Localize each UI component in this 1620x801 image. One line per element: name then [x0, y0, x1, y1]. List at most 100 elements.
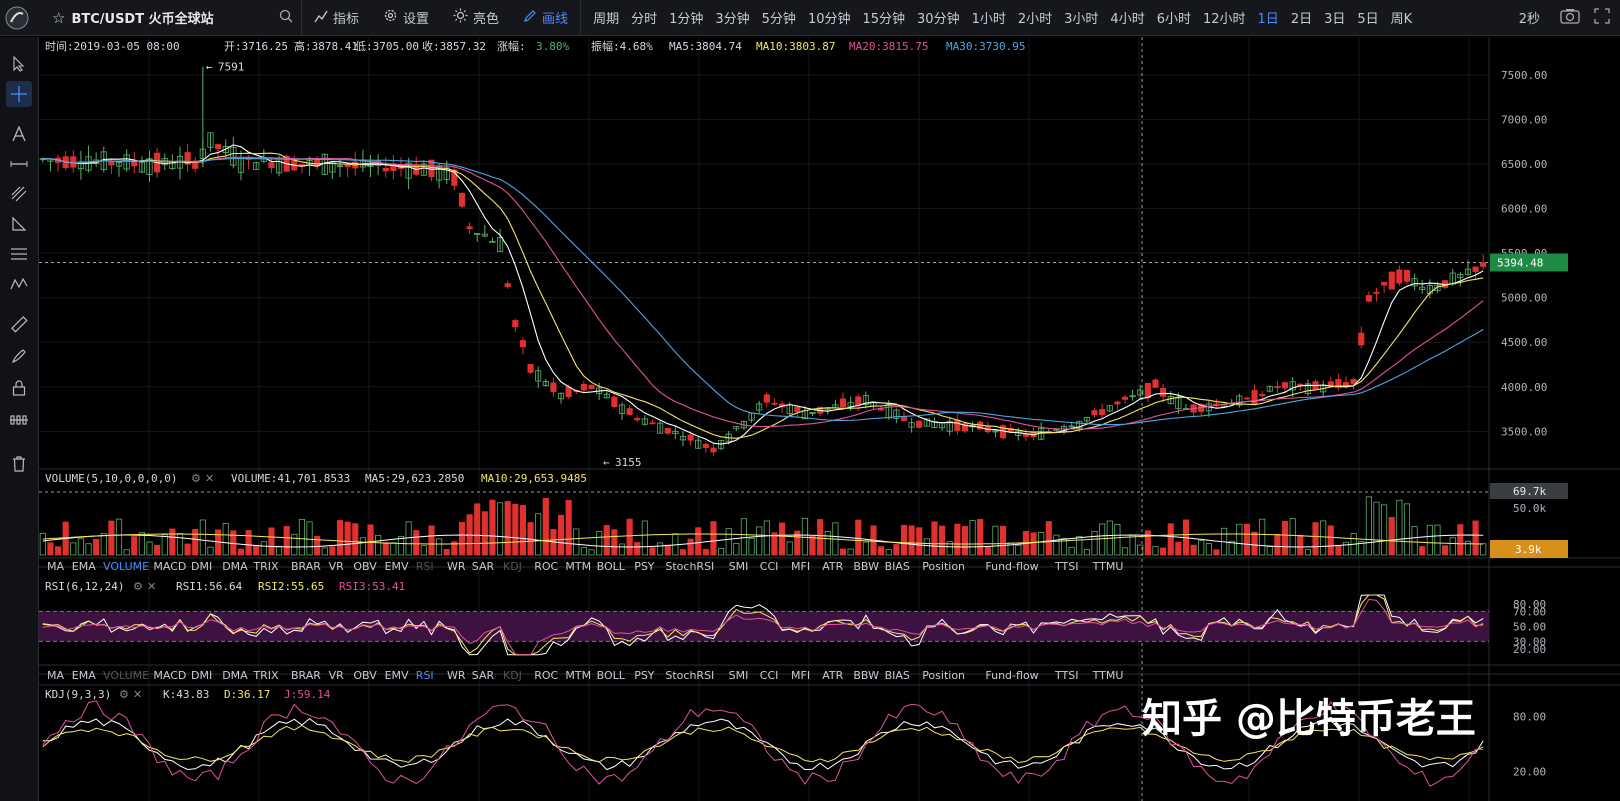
period-12[interactable]: 12小时	[1197, 8, 1252, 27]
vol-tab-ma[interactable]: MA	[47, 560, 64, 573]
vol-tab-atr[interactable]: ATR	[822, 560, 843, 573]
period-10[interactable]: 4小时	[1104, 8, 1150, 27]
period-11[interactable]: 6小时	[1151, 8, 1197, 27]
rsi-tab-fund-flow[interactable]: Fund-flow	[985, 669, 1038, 682]
refresh-interval[interactable]: 2秒	[1513, 8, 1546, 27]
vol-tab-ttmu[interactable]: TTMU	[1092, 560, 1124, 573]
vol-tab-emv[interactable]: EMV	[385, 560, 409, 573]
period-7[interactable]: 1小时	[966, 8, 1012, 27]
fullscreen-icon[interactable]	[1594, 7, 1610, 28]
symbol-selector[interactable]: ☆ BTC/USDT 火币全球站	[34, 0, 302, 36]
indicator-button[interactable]: 指标	[302, 0, 371, 36]
settings-button[interactable]: 设置	[371, 0, 441, 36]
rsi-tab-dmi[interactable]: DMI	[191, 669, 212, 682]
rsi-tab-ttmu[interactable]: TTMU	[1092, 669, 1124, 682]
kline-chart[interactable]: 7500.007000.006500.006000.005500.005000.…	[39, 37, 1620, 801]
rsi-tab-volume[interactable]: VOLUME	[103, 669, 149, 682]
rsi-tab-obv[interactable]: OBV	[353, 669, 377, 682]
rsi-tab-ma[interactable]: MA	[47, 669, 64, 682]
vol-tab-volume[interactable]: VOLUME	[103, 560, 149, 573]
vol-tab-dmi[interactable]: DMI	[191, 560, 212, 573]
rsi-tab-dma[interactable]: DMA	[222, 669, 248, 682]
crosshair-icon[interactable]	[6, 81, 32, 107]
rsi-tab-roc[interactable]: ROC	[534, 669, 558, 682]
vol-tab-mfi[interactable]: MFI	[791, 560, 810, 573]
rsi-tab-bias[interactable]: BIAS	[885, 669, 910, 682]
vol-tab-macd[interactable]: MACD	[153, 560, 186, 573]
ruler-icon[interactable]	[6, 311, 32, 337]
vol-tab-bias[interactable]: BIAS	[885, 560, 910, 573]
rsi-tab-brar[interactable]: BRAR	[291, 669, 321, 682]
cursor-arrow-icon[interactable]	[6, 51, 32, 77]
triangle-tool-icon[interactable]	[6, 211, 32, 237]
rsi-tab-kdj[interactable]: KDJ	[503, 669, 522, 682]
vol-tab-wr[interactable]: WR	[447, 560, 466, 573]
trash-icon[interactable]	[6, 451, 32, 477]
period-4[interactable]: 10分钟	[802, 8, 857, 27]
star-icon[interactable]: ☆	[52, 9, 65, 27]
brush-icon[interactable]	[6, 343, 32, 369]
vol-tab-ttsi[interactable]: TTSI	[1054, 560, 1078, 573]
search-icon[interactable]	[279, 8, 293, 27]
text-tool-icon[interactable]	[6, 121, 32, 147]
theme-button[interactable]: 亮色	[441, 0, 511, 36]
vol-tab-dma[interactable]: DMA	[222, 560, 248, 573]
rsi-tab-boll[interactable]: BOLL	[597, 669, 626, 682]
vol-tab-mtm[interactable]: MTM	[565, 560, 591, 573]
vol-tab-sar[interactable]: SAR	[472, 560, 495, 573]
rsi-tab-smi[interactable]: SMI	[729, 669, 749, 682]
period-16[interactable]: 5日	[1351, 8, 1384, 27]
rsi-tab-position[interactable]: Position	[922, 669, 965, 682]
vol-tab-ema[interactable]: EMA	[72, 560, 96, 573]
rsi-tab-ttsi[interactable]: TTSI	[1054, 669, 1078, 682]
period-17[interactable]: 周K	[1385, 8, 1419, 27]
rsi-tab-ema[interactable]: EMA	[72, 669, 96, 682]
vol-tab-boll[interactable]: BOLL	[597, 560, 626, 573]
pitchfork-icon[interactable]	[6, 241, 32, 267]
vol-tab-trix[interactable]: TRIX	[252, 560, 279, 573]
period-5[interactable]: 15分钟	[856, 8, 911, 27]
rsi-tab-sar[interactable]: SAR	[472, 669, 495, 682]
rsi-tab-rsi[interactable]: RSI	[416, 669, 434, 682]
camera-icon[interactable]	[1560, 8, 1580, 28]
period-9[interactable]: 3小时	[1058, 8, 1104, 27]
vol-tab-bbw[interactable]: BBW	[853, 560, 879, 573]
rsi-tab-psy[interactable]: PSY	[634, 669, 655, 682]
vol-tab-psy[interactable]: PSY	[634, 560, 655, 573]
vol-tab-vr[interactable]: VR	[329, 560, 345, 573]
rsi-tab-vr[interactable]: VR	[329, 669, 345, 682]
rsi-tab-cci[interactable]: CCI	[760, 669, 779, 682]
vol-tab-stochrsi[interactable]: StochRSI	[665, 560, 714, 573]
vol-tab-obv[interactable]: OBV	[353, 560, 377, 573]
draw-button[interactable]: 画线	[511, 0, 580, 36]
vol-tab-smi[interactable]: SMI	[729, 560, 749, 573]
vol-tab-rsi[interactable]: RSI	[416, 560, 434, 573]
rsi-tab-mtm[interactable]: MTM	[565, 669, 591, 682]
period-1[interactable]: 1分钟	[663, 8, 709, 27]
fibonacci-icon[interactable]	[6, 181, 32, 207]
period-0[interactable]: 分时	[625, 8, 663, 27]
rsi-tab-atr[interactable]: ATR	[822, 669, 843, 682]
rsi-tab-wr[interactable]: WR	[447, 669, 466, 682]
period-14[interactable]: 2日	[1285, 8, 1318, 27]
vol-tab-cci[interactable]: CCI	[760, 560, 779, 573]
horizontal-line-icon[interactable]	[6, 151, 32, 177]
vol-tab-brar[interactable]: BRAR	[291, 560, 321, 573]
period-8[interactable]: 2小时	[1012, 8, 1058, 27]
period-6[interactable]: 30分钟	[911, 8, 966, 27]
vol-tab-fund-flow[interactable]: Fund-flow	[985, 560, 1038, 573]
wave-pattern-icon[interactable]	[6, 271, 32, 297]
period-3[interactable]: 5分钟	[756, 8, 802, 27]
rsi-tab-stochrsi[interactable]: StochRSI	[665, 669, 714, 682]
rsi-tab-mfi[interactable]: MFI	[791, 669, 810, 682]
rsi-tab-macd[interactable]: MACD	[153, 669, 186, 682]
show-hide-drawings-icon[interactable]	[6, 407, 32, 433]
period-2[interactable]: 3分钟	[709, 8, 755, 27]
period-13[interactable]: 1日	[1252, 8, 1285, 27]
rsi-tab-emv[interactable]: EMV	[385, 669, 409, 682]
vol-tab-kdj[interactable]: KDJ	[503, 560, 522, 573]
rsi-tab-trix[interactable]: TRIX	[252, 669, 279, 682]
rsi-tab-bbw[interactable]: BBW	[853, 669, 879, 682]
period-15[interactable]: 3日	[1318, 8, 1351, 27]
vol-tab-position[interactable]: Position	[922, 560, 965, 573]
